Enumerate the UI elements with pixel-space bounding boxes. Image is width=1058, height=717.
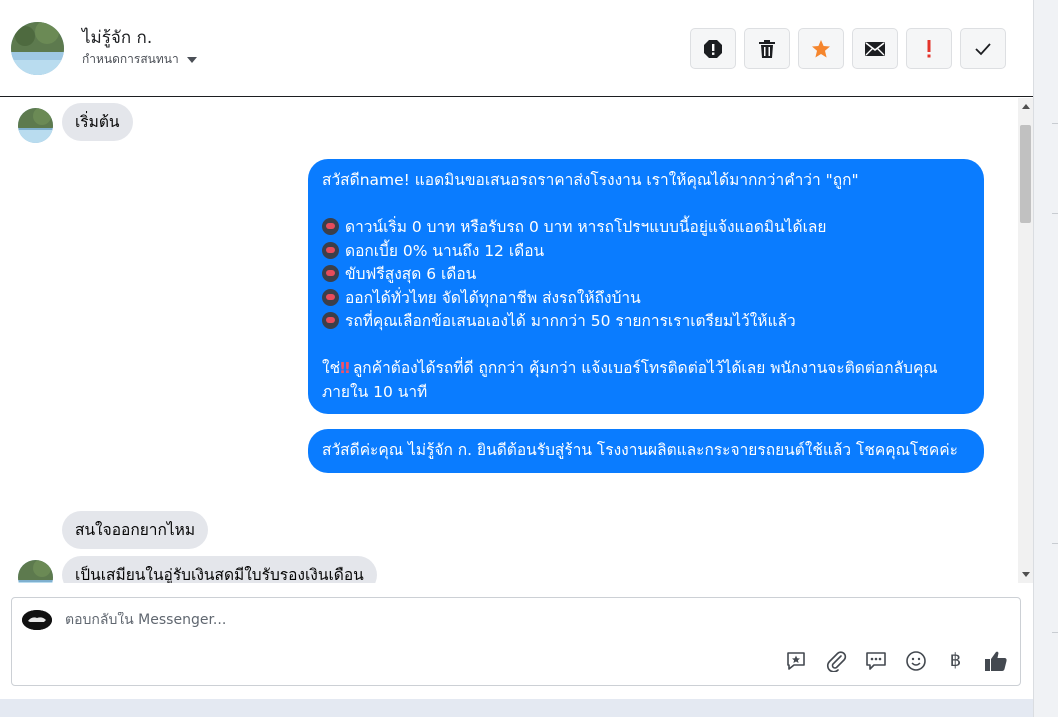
message-text: ลูกค้าต้องได้รถที่ดี ถูกกว่า คุ้มกว่า แจ…: [322, 359, 938, 401]
scroll-up-icon[interactable]: [1022, 104, 1030, 109]
delete-button[interactable]: [744, 28, 790, 69]
message-line: ดาวน์เริ่ม 0 บาท หรือรับรถ 0 บาท หารถโปร…: [345, 218, 827, 236]
reply-composer: ฿: [11, 597, 1021, 686]
message-line: รถที่คุณเลือกข้อเสนอเองได้ มากกว่า 50 รา…: [345, 312, 796, 330]
message-line: ดอกเบี้ย 0% นานถึง 12 เดือน: [345, 241, 545, 260]
star-icon: [812, 39, 830, 57]
check-icon: [975, 42, 991, 55]
conversation-header: ไม่รู้จัก ก. กำหนดการสนทนา: [0, 0, 1033, 97]
scroll-down-icon[interactable]: [1022, 572, 1030, 577]
message-thread[interactable]: เริ่มต้น สวัสดีname! แอดมินขอเสนอรถราคาส…: [0, 98, 1018, 583]
mark-done-button[interactable]: [960, 28, 1006, 69]
like-icon: [984, 651, 1007, 671]
divider: [1052, 213, 1058, 214]
car-emoji-icon: [322, 265, 339, 282]
assign-conversation-dropdown[interactable]: กำหนดการสนทนา: [82, 50, 197, 69]
car-emoji-icon: [322, 241, 339, 259]
saved-reply-icon: [786, 651, 805, 670]
spam-icon: [704, 39, 722, 58]
star-button[interactable]: [798, 28, 844, 69]
composer-tools: ฿: [783, 648, 1008, 673]
message-line: ออกได้ทั่วไทย จัดได้ทุกอาชีพ ส่งรถให้ถึง…: [345, 288, 641, 307]
contact-avatar-small: [18, 560, 53, 583]
message-line: ขับฟรีสูงสุด 6 เดือน: [345, 265, 477, 283]
side-strip: [1033, 0, 1058, 717]
attach-button[interactable]: [823, 648, 848, 673]
page-background: [0, 699, 1033, 717]
like-button[interactable]: [983, 648, 1008, 673]
saved-reply-button[interactable]: [783, 648, 808, 673]
attachment-icon: [826, 650, 846, 672]
divider: [1052, 632, 1058, 633]
chat-bubble-icon: [865, 651, 886, 670]
reply-input[interactable]: [65, 612, 765, 628]
emoji-icon: [905, 650, 926, 671]
mark-unread-button[interactable]: [852, 28, 898, 69]
message-outgoing: สวัสดีค่ะคุณ ไม่รู้จัก ก. ยินดีต้อนรับสู…: [308, 429, 984, 473]
message-outgoing: สวัสดีname! แอดมินขอเสนอรถราคาส่งโรงงาน …: [308, 159, 984, 414]
exclamation-icon: [927, 39, 931, 57]
follow-up-button[interactable]: [906, 28, 952, 69]
message-incoming: เป็นเสมียนในอู่รับเงินสดมีใบรับรองเงินเด…: [62, 556, 377, 583]
trash-icon: [759, 39, 775, 58]
message-line: สวัสดีname! แอดมินขอเสนอรถราคาส่งโรงงาน …: [322, 171, 859, 189]
contact-avatar-small: [18, 108, 53, 143]
car-emoji-icon: [322, 312, 339, 329]
payment-button[interactable]: ฿: [943, 648, 968, 673]
caret-down-icon: [186, 56, 197, 63]
scroll-thumb[interactable]: [1020, 125, 1031, 223]
message-incoming: สนใจออกยากไหม: [62, 511, 209, 550]
divider: [1052, 123, 1058, 124]
mail-icon: [865, 41, 885, 56]
inbox-panel: ไม่รู้จัก ก. กำหนดการสนทนา เริ่มต้น สวัส…: [0, 0, 1033, 699]
assign-label: กำหนดการสนทนา: [82, 52, 179, 66]
thread-scrollbar[interactable]: [1018, 98, 1033, 583]
mark-spam-button[interactable]: [690, 28, 736, 69]
car-emoji-icon: [322, 288, 339, 306]
car-emoji-icon: [322, 218, 339, 235]
message-text: สวัสดีค่ะคุณ ไม่รู้จัก ก. ยินดีต้อนรับสู…: [322, 441, 958, 459]
quick-replies-button[interactable]: [863, 648, 888, 673]
double-exclamation-icon: ‼: [340, 359, 350, 377]
divider: [1052, 543, 1058, 544]
page-avatar: [22, 610, 52, 630]
emoji-button[interactable]: [903, 648, 928, 673]
contact-avatar[interactable]: [11, 22, 64, 75]
message-incoming: เริ่มต้น: [62, 103, 133, 142]
contact-name: ไม่รู้จัก ก.: [82, 28, 153, 48]
conversation-actions: [690, 28, 1006, 69]
baht-icon: ฿: [949, 650, 962, 671]
message-text: ใช่: [322, 359, 341, 377]
